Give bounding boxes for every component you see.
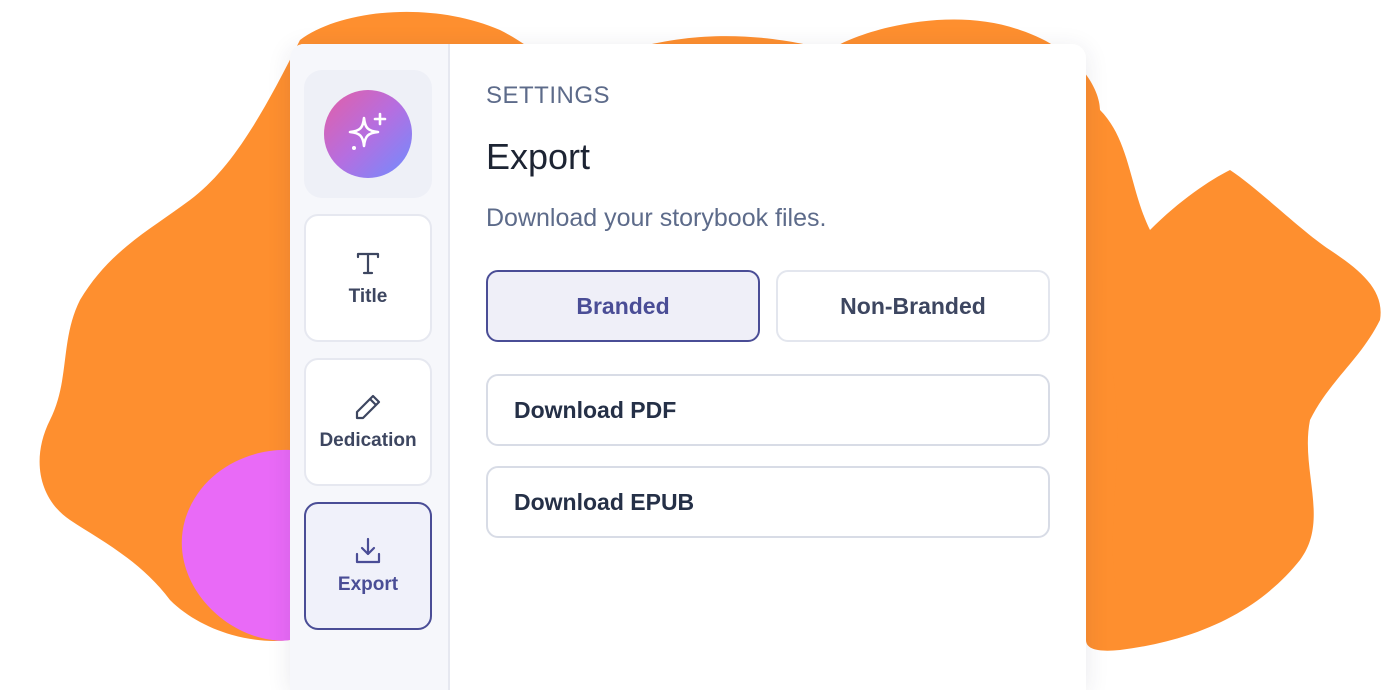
sidebar-item-title[interactable]: Title [304,214,432,342]
branded-toggle-button[interactable]: Branded [486,270,760,342]
page-description: Download your storybook files. [486,204,827,232]
sparkles-icon [348,112,387,150]
download-icon [353,536,383,566]
non-branded-toggle-button[interactable]: Non-Branded [776,270,1050,342]
page-title: Export [486,136,591,177]
download-epub-button[interactable]: Download EPUB [486,466,1050,538]
pencil-icon [353,392,383,422]
app-logo-tile[interactable] [304,70,432,198]
stage: Title Dedication Export SETTINGS Export … [0,0,1390,690]
sidebar-item-label: Dedication [319,430,417,451]
main-panel: SETTINGS Export Download your storybook … [450,44,1086,690]
settings-card: Title Dedication Export SETTINGS Export … [290,44,1086,690]
section-eyebrow: SETTINGS [486,82,611,109]
download-pdf-button[interactable]: Download PDF [486,374,1050,446]
sidebar-item-label: Export [337,574,399,595]
sidebar-item-export[interactable]: Export [304,502,432,630]
sidebar-item-label: Title [348,286,388,307]
sidebar-item-dedication[interactable]: Dedication [304,358,432,486]
sidebar: Title Dedication Export [290,44,450,690]
text-icon [353,248,383,278]
app-logo [324,90,412,178]
